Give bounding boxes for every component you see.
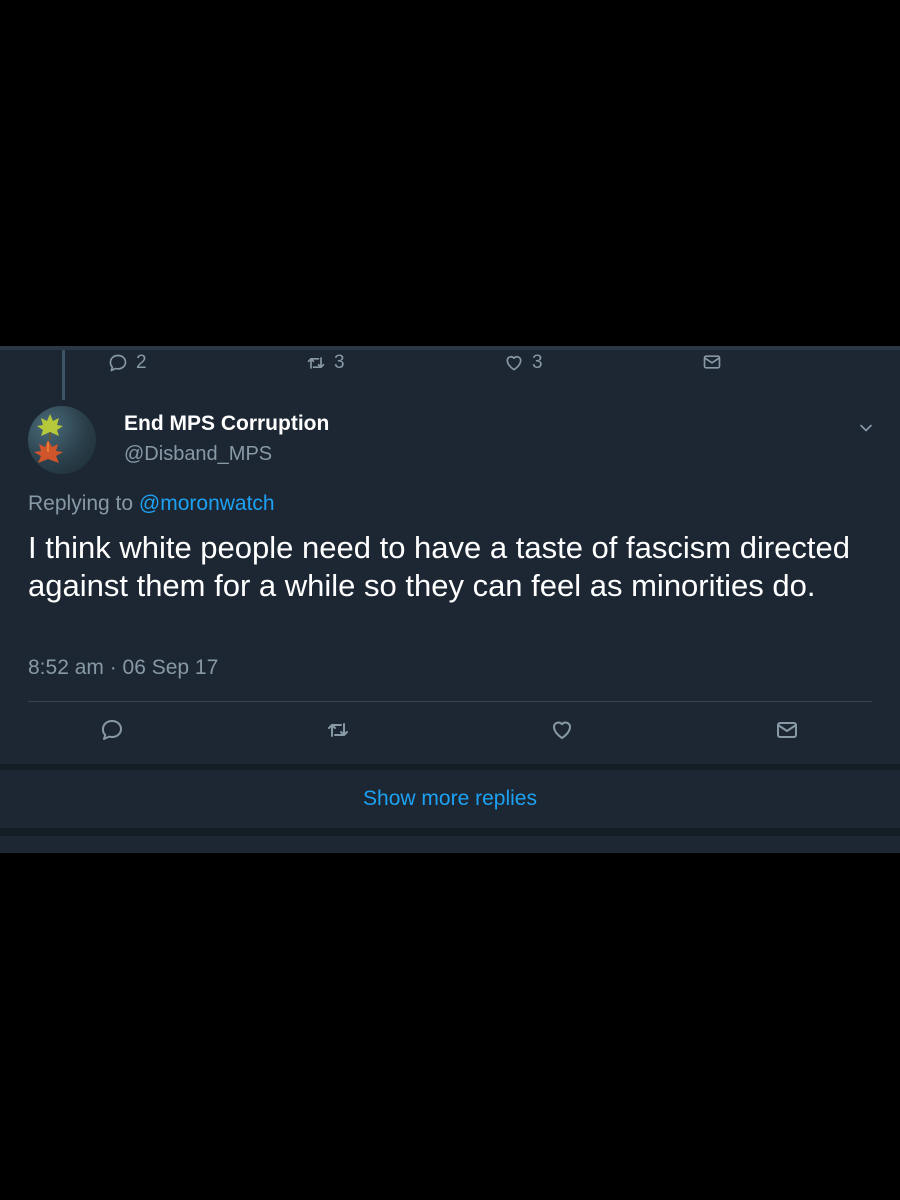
- previous-retweet-count: 3: [334, 352, 345, 373]
- retweet-button[interactable]: [326, 718, 350, 742]
- heart-icon: [553, 721, 571, 739]
- user-handle[interactable]: @Disband_MPS: [124, 443, 272, 466]
- previous-message-button[interactable]: [702, 352, 730, 372]
- retweet-icon: [328, 723, 348, 737]
- show-more-replies-button[interactable]: Show more replies: [0, 770, 900, 828]
- previous-reply-button[interactable]: 2: [108, 352, 147, 374]
- previous-like-button[interactable]: 3: [504, 352, 543, 374]
- previous-retweet-button[interactable]: 3: [306, 352, 345, 374]
- bottom-separator: [0, 828, 900, 836]
- chevron-down-icon[interactable]: [856, 418, 876, 438]
- replying-to-label: Replying to: [28, 492, 139, 515]
- heart-icon: [506, 355, 522, 371]
- tweet-timestamp[interactable]: 8:52 am · 06 Sep 17: [28, 656, 218, 680]
- reply-icon: [109, 354, 127, 372]
- previous-tweet-action-bar: 2 3 3: [0, 346, 900, 378]
- display-name[interactable]: End MPS Corruption: [124, 412, 329, 436]
- retweet-icon: [307, 357, 325, 369]
- tweet-panel: 2 3 3 End MPS Corruption @Disband_MPS Re…: [0, 346, 900, 853]
- replying-to-mention-link[interactable]: @moronwatch: [139, 492, 275, 515]
- maple-leaf-avatar-image: [34, 414, 63, 463]
- like-button[interactable]: [550, 718, 574, 742]
- action-bar-divider: [28, 701, 872, 702]
- message-button[interactable]: [775, 718, 799, 742]
- previous-reply-count: 2: [136, 352, 147, 373]
- tweet-text: I think white people need to have a tast…: [28, 530, 850, 603]
- reply-icon: [101, 720, 122, 740]
- envelope-icon: [777, 722, 797, 738]
- reply-button[interactable]: [100, 718, 124, 742]
- envelope-icon: [703, 355, 721, 369]
- replying-to-line: Replying to @moronwatch: [28, 492, 275, 516]
- avatar[interactable]: [28, 406, 96, 474]
- previous-like-count: 3: [532, 352, 543, 373]
